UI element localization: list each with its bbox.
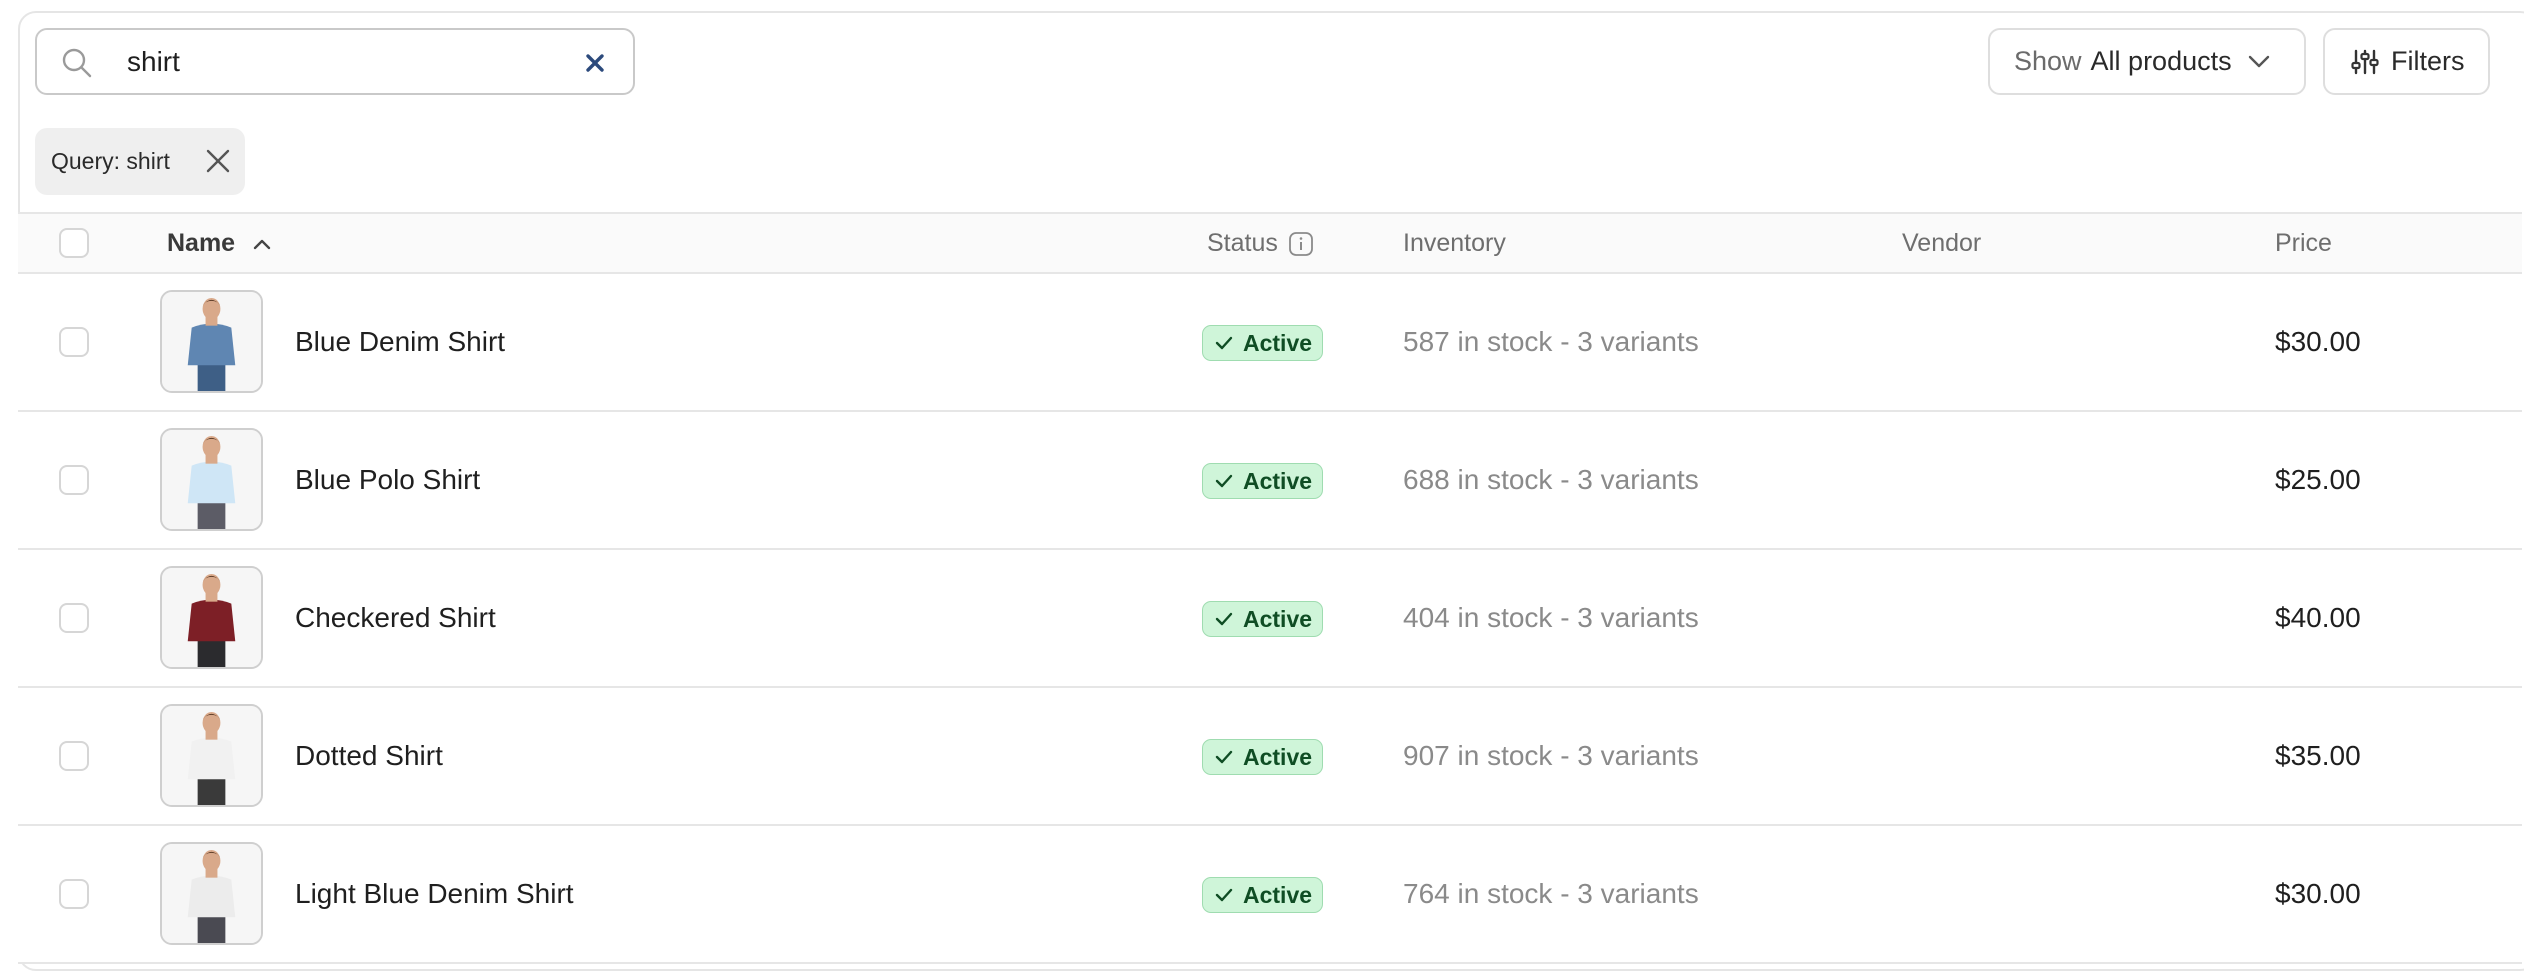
- status-label: Active: [1243, 467, 1313, 494]
- row-checkbox[interactable]: [59, 879, 89, 909]
- price-text: $35.00: [2275, 740, 2361, 771]
- check-icon: [1215, 888, 1233, 902]
- clear-search-icon[interactable]: [583, 51, 607, 75]
- price-text: $40.00: [2275, 602, 2361, 633]
- filters-button[interactable]: Filters: [2323, 28, 2490, 95]
- show-value: All products: [2090, 46, 2232, 76]
- row-checkbox[interactable]: [59, 603, 89, 633]
- search-box[interactable]: [35, 28, 635, 95]
- status-badge: Active: [1202, 601, 1323, 637]
- product-image: [162, 430, 261, 529]
- table-row[interactable]: Checkered Shirt Active 404 in stock - 3 …: [18, 550, 2522, 688]
- inventory-text: 764 in stock - 3 variants: [1403, 878, 1699, 909]
- row-checkbox[interactable]: [59, 741, 89, 771]
- product-image: [162, 568, 261, 667]
- active-filter-chip: Query: shirt: [35, 128, 245, 195]
- sliders-icon: [2351, 49, 2379, 74]
- status-label: Active: [1243, 329, 1313, 356]
- status-badge: Active: [1202, 739, 1323, 775]
- price-text: $25.00: [2275, 464, 2361, 495]
- product-name[interactable]: Blue Polo Shirt: [295, 464, 480, 496]
- product-name[interactable]: Dotted Shirt: [295, 740, 443, 772]
- chevron-up-icon: [253, 239, 271, 249]
- status-label: Active: [1243, 881, 1313, 908]
- product-image: [162, 706, 261, 805]
- table-row[interactable]: Blue Denim Shirt Active 587 in stock - 3…: [18, 274, 2522, 412]
- status-badge: Active: [1202, 325, 1323, 361]
- table-row[interactable]: Blue Polo Shirt Active 688 in stock - 3 …: [18, 412, 2522, 550]
- chevron-down-icon: [2248, 55, 2269, 67]
- product-thumbnail: [160, 842, 263, 945]
- column-header-name[interactable]: Name: [167, 229, 271, 258]
- select-all-checkbox[interactable]: [59, 228, 89, 258]
- price-text: $30.00: [2275, 326, 2361, 357]
- inventory-text: 907 in stock - 3 variants: [1403, 740, 1699, 771]
- info-icon[interactable]: [1288, 231, 1314, 257]
- product-name[interactable]: Checkered Shirt: [295, 602, 496, 634]
- product-thumbnail: [160, 428, 263, 531]
- row-checkbox[interactable]: [59, 327, 89, 357]
- product-thumbnail: [160, 290, 263, 393]
- column-header-vendor: Vendor: [1902, 229, 1982, 257]
- column-header-price: Price: [2275, 229, 2332, 257]
- column-header-status: Status: [1207, 229, 1314, 258]
- inventory-text: 587 in stock - 3 variants: [1403, 326, 1699, 357]
- inventory-text: 688 in stock - 3 variants: [1403, 464, 1699, 495]
- check-icon: [1215, 612, 1233, 626]
- status-label: Active: [1243, 605, 1313, 632]
- product-name[interactable]: Light Blue Denim Shirt: [295, 878, 574, 910]
- table-header: Name Status Inventory Vendor Price: [18, 212, 2522, 274]
- check-icon: [1215, 336, 1233, 350]
- search-input[interactable]: [127, 40, 567, 84]
- filters-label: Filters: [2391, 46, 2465, 76]
- product-image: [162, 292, 261, 391]
- status-badge: Active: [1202, 877, 1323, 913]
- product-thumbnail: [160, 704, 263, 807]
- column-status-label: Status: [1207, 229, 1278, 257]
- table-row[interactable]: Dotted Shirt Active 907 in stock - 3 var…: [18, 688, 2522, 826]
- show-products-dropdown[interactable]: Show All products: [1988, 28, 2306, 95]
- magnifier-icon: [62, 48, 92, 78]
- row-checkbox[interactable]: [59, 465, 89, 495]
- table-row[interactable]: Light Blue Denim Shirt Active 764 in sto…: [18, 826, 2522, 964]
- close-icon[interactable]: [205, 148, 231, 174]
- column-name-label: Name: [167, 229, 236, 257]
- product-image: [162, 844, 261, 943]
- product-name[interactable]: Blue Denim Shirt: [295, 326, 505, 358]
- show-label: Show: [2014, 46, 2082, 76]
- inventory-text: 404 in stock - 3 variants: [1403, 602, 1699, 633]
- column-header-inventory: Inventory: [1403, 229, 1506, 257]
- product-thumbnail: [160, 566, 263, 669]
- check-icon: [1215, 750, 1233, 764]
- check-icon: [1215, 474, 1233, 488]
- chip-label: Query: shirt: [51, 148, 170, 174]
- status-badge: Active: [1202, 463, 1323, 499]
- status-label: Active: [1243, 743, 1313, 770]
- price-text: $30.00: [2275, 878, 2361, 909]
